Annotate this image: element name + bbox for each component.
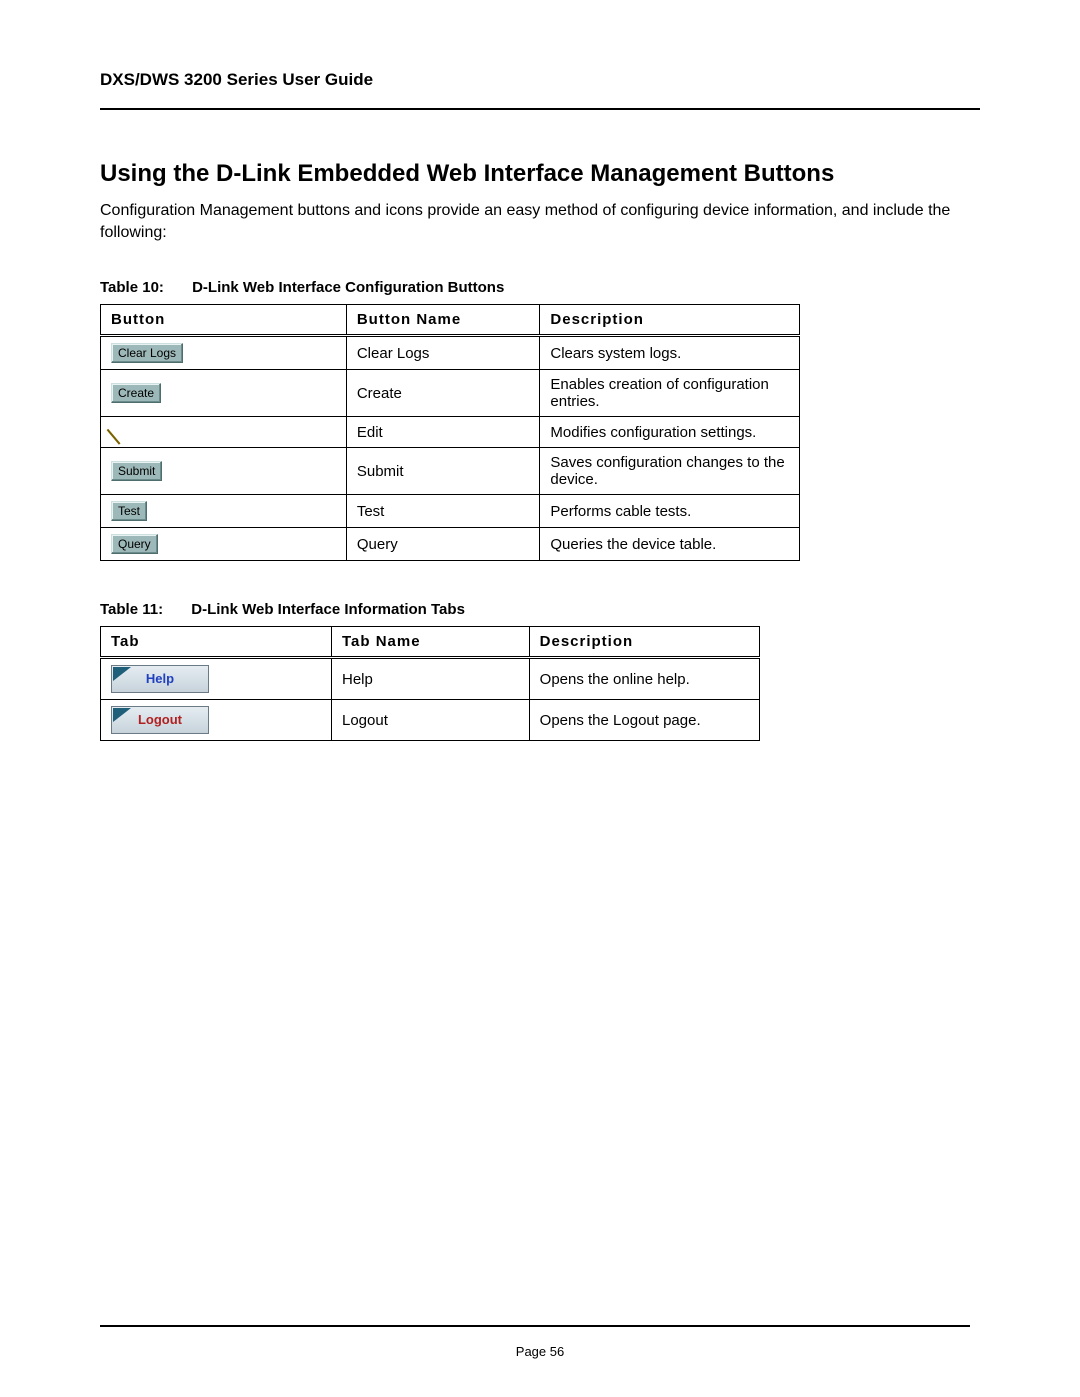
button-name-cell: Edit (346, 417, 540, 448)
table-row: Clear Logs Clear Logs Clears system logs… (101, 336, 800, 370)
button-desc-cell: Saves configuration changes to the devic… (540, 448, 800, 495)
logout-tab-label: Logout (138, 712, 182, 727)
button-desc-cell: Modifies configuration settings. (540, 417, 800, 448)
help-tab-label: Help (146, 671, 174, 686)
logout-tab-button[interactable]: Logout (111, 706, 209, 734)
table11-caption: Table 11: D-Link Web Interface Informati… (100, 601, 980, 618)
table-row: Edit Modifies configuration settings. (101, 417, 800, 448)
table10-header-row: Button Button Name Description (101, 305, 800, 336)
document-page: DXS/DWS 3200 Series User Guide Using the… (0, 0, 1080, 1397)
table10-header-desc: Description (540, 305, 800, 336)
tab-corner-icon (113, 667, 131, 681)
intro-paragraph: Configuration Management buttons and ico… (100, 200, 980, 243)
table11-header-row: Tab Tab Name Description (101, 627, 760, 658)
table11: Tab Tab Name Description Help Help Opens… (100, 626, 760, 741)
table10: Button Button Name Description Clear Log… (100, 304, 800, 561)
help-tab-button[interactable]: Help (111, 665, 209, 693)
submit-button[interactable]: Submit (111, 461, 162, 481)
tab-name-cell: Logout (332, 700, 530, 741)
table-row: Logout Logout Opens the Logout page. (101, 700, 760, 741)
table10-header-button: Button (101, 305, 347, 336)
button-name-cell: Clear Logs (346, 336, 540, 370)
document-title: DXS/DWS 3200 Series User Guide (100, 70, 980, 90)
button-desc-cell: Clears system logs. (540, 336, 800, 370)
table10-caption: Table 10: D-Link Web Interface Configura… (100, 279, 980, 296)
button-desc-cell: Queries the device table. (540, 528, 800, 561)
page-number: Page 56 (0, 1344, 1080, 1359)
clear-logs-button[interactable]: Clear Logs (111, 343, 183, 363)
table10-caption-number: Table 10: (100, 279, 164, 296)
section-heading: Using the D-Link Embedded Web Interface … (100, 160, 980, 188)
tab-desc-cell: Opens the Logout page. (529, 700, 759, 741)
button-desc-cell: Performs cable tests. (540, 495, 800, 528)
tab-name-cell: Help (332, 658, 530, 700)
table-row: Test Test Performs cable tests. (101, 495, 800, 528)
button-name-cell: Test (346, 495, 540, 528)
header-rule (100, 108, 980, 110)
button-name-cell: Submit (346, 448, 540, 495)
create-button[interactable]: Create (111, 383, 161, 403)
table10-caption-title: D-Link Web Interface Configuration Butto… (192, 279, 504, 296)
table-row: Help Help Opens the online help. (101, 658, 760, 700)
tab-corner-icon (113, 708, 131, 722)
table-row: Submit Submit Saves configuration change… (101, 448, 800, 495)
button-name-cell: Create (346, 370, 540, 417)
table-row: Create Create Enables creation of config… (101, 370, 800, 417)
footer-rule (100, 1325, 970, 1327)
table10-header-name: Button Name (346, 305, 540, 336)
pencil-icon[interactable] (107, 420, 132, 445)
button-desc-cell: Enables creation of configuration entrie… (540, 370, 800, 417)
button-name-cell: Query (346, 528, 540, 561)
table11-caption-number: Table 11: (100, 601, 163, 618)
tab-desc-cell: Opens the online help. (529, 658, 759, 700)
table11-caption-title: D-Link Web Interface Information Tabs (191, 601, 465, 618)
table-row: Query Query Queries the device table. (101, 528, 800, 561)
table11-header-tab: Tab (101, 627, 332, 658)
test-button[interactable]: Test (111, 501, 147, 521)
query-button[interactable]: Query (111, 534, 158, 554)
table11-header-desc: Description (529, 627, 759, 658)
table11-header-name: Tab Name (332, 627, 530, 658)
